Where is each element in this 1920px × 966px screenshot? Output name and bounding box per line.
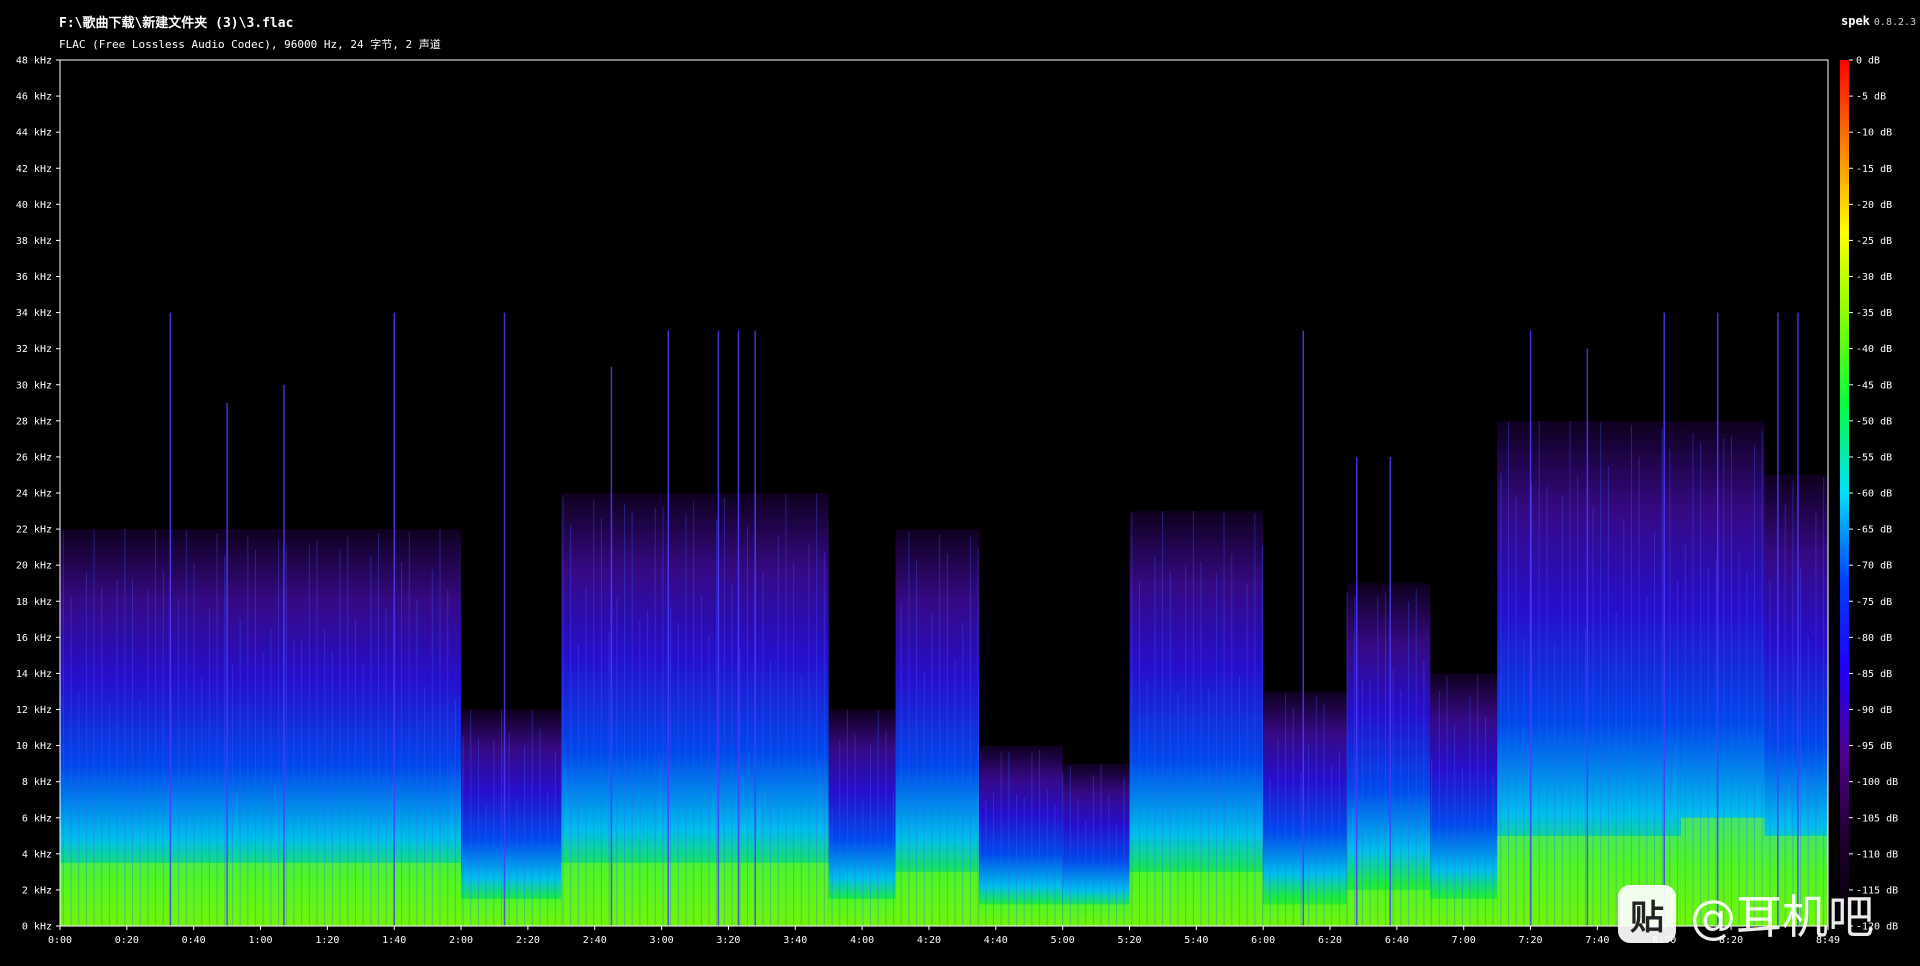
db-tick-label: -80 dB <box>1856 633 1892 644</box>
y-tick-label: 2 kHz <box>22 885 52 896</box>
spectrum-segment <box>1129 511 1264 926</box>
y-tick-label: 12 kHz <box>16 705 52 716</box>
x-tick-label: 5:00 <box>1051 935 1075 946</box>
y-tick-label: 20 kHz <box>16 561 52 572</box>
x-tick-label: 4:00 <box>850 935 874 946</box>
x-tick-label: 0:20 <box>115 935 139 946</box>
db-tick-label: 0 dB <box>1856 56 1880 67</box>
y-tick-label: 18 kHz <box>16 597 52 608</box>
y-tick-label: 30 kHz <box>16 380 52 391</box>
db-tick-label: -105 dB <box>1856 813 1898 824</box>
db-tick-label: -70 dB <box>1856 561 1892 572</box>
db-tick-label: -35 dB <box>1856 308 1892 319</box>
y-tick-label: 10 kHz <box>16 741 52 752</box>
db-tick-label: -75 dB <box>1856 597 1892 608</box>
db-tick-label: -10 dB <box>1856 128 1892 139</box>
time-axis: 0:00 0:20 0:40 1:00 1:20 1:40 2:00 2:20 2:40 3:00… <box>48 926 1840 946</box>
db-tick-label: -110 dB <box>1856 849 1898 860</box>
x-tick-label: 5:20 <box>1117 935 1141 946</box>
x-tick-label: 6:00 <box>1251 935 1275 946</box>
db-tick-label: -15 dB <box>1856 164 1892 175</box>
x-tick-label: 3:00 <box>650 935 674 946</box>
x-tick-label: 4:20 <box>917 935 941 946</box>
db-tick-label: -45 dB <box>1856 380 1892 391</box>
watermark: 贴 @耳机吧 <box>1618 884 1874 944</box>
x-tick-label: 1:20 <box>315 935 339 946</box>
y-tick-label: 34 kHz <box>16 308 52 319</box>
spectrum-low-band <box>1129 871 1264 926</box>
spectrum-low-band <box>1346 889 1431 926</box>
y-tick-label: 44 kHz <box>16 128 52 139</box>
y-tick-label: 24 kHz <box>16 489 52 500</box>
spectrum-low-band <box>1263 904 1347 926</box>
spectrum-segment <box>1346 583 1431 926</box>
x-tick-label: 3:40 <box>783 935 807 946</box>
frequency-axis: 0 kHz 2 kHz 4 kHz 6 kHz 8 kHz 10 kHz 12 kHz 14 … <box>16 56 60 933</box>
x-tick-label: 2:20 <box>516 935 540 946</box>
y-tick-label: 4 kHz <box>22 849 52 860</box>
spectrum-segment <box>979 745 1063 926</box>
spectrum-segment <box>1430 673 1498 926</box>
db-tick-label: -95 dB <box>1856 741 1892 752</box>
x-tick-label: 6:40 <box>1385 935 1409 946</box>
y-tick-label: 28 kHz <box>16 416 52 427</box>
x-tick-label: 2:40 <box>583 935 607 946</box>
y-tick-label: 48 kHz <box>16 56 52 67</box>
spectrum-low-band <box>1430 898 1498 926</box>
x-tick-label: 1:00 <box>248 935 272 946</box>
y-tick-label: 22 kHz <box>16 525 52 536</box>
spectrogram-plot <box>60 312 1828 926</box>
y-tick-label: 16 kHz <box>16 633 52 644</box>
y-tick-label: 32 kHz <box>16 344 52 355</box>
db-tick-label: -5 dB <box>1856 92 1886 103</box>
x-tick-label: 3:20 <box>716 935 740 946</box>
spectrum-segment <box>1062 763 1130 926</box>
db-tick-label: -30 dB <box>1856 272 1892 283</box>
y-tick-label: 36 kHz <box>16 272 52 283</box>
spectrum-segment <box>895 529 980 926</box>
db-tick-label: -25 dB <box>1856 236 1892 247</box>
y-tick-label: 46 kHz <box>16 92 52 103</box>
db-colorbar-axis: 0 dB -5 dB -10 dB -15 dB -20 dB -25 dB -30 dB -… <box>1849 56 1898 933</box>
y-tick-label: 40 kHz <box>16 200 52 211</box>
db-tick-label: -55 dB <box>1856 452 1892 463</box>
x-tick-label: 6:20 <box>1318 935 1342 946</box>
db-tick-label: -65 dB <box>1856 525 1892 536</box>
db-tick-label: -20 dB <box>1856 200 1892 211</box>
spectrum-low-band <box>60 862 462 926</box>
db-tick-label: -60 dB <box>1856 489 1892 500</box>
x-tick-label: 1:40 <box>382 935 406 946</box>
db-tick-label: -100 dB <box>1856 777 1898 788</box>
x-tick-label: 7:20 <box>1519 935 1543 946</box>
db-colorbar <box>1840 60 1849 926</box>
spectrogram-chart: 0 kHz 2 kHz 4 kHz 6 kHz 8 kHz 10 kHz 12 kHz 14 … <box>16 56 1898 947</box>
spectrum-segment <box>461 709 562 926</box>
x-tick-label: 5:40 <box>1184 935 1208 946</box>
spectrum-segment <box>1263 691 1347 926</box>
tieba-logo-icon: 贴 <box>1618 885 1676 943</box>
x-tick-label: 4:40 <box>984 935 1008 946</box>
y-tick-label: 0 kHz <box>22 922 52 933</box>
y-tick-label: 14 kHz <box>16 669 52 680</box>
db-tick-label: -50 dB <box>1856 416 1892 427</box>
db-tick-label: -40 dB <box>1856 344 1892 355</box>
x-tick-label: 2:00 <box>449 935 473 946</box>
spectrum-low-band <box>461 898 562 926</box>
db-tick-label: -85 dB <box>1856 669 1892 680</box>
y-tick-label: 8 kHz <box>22 777 52 788</box>
db-tick-label: -90 dB <box>1856 705 1892 716</box>
x-tick-label: 7:00 <box>1452 935 1476 946</box>
x-tick-label: 0:00 <box>48 935 72 946</box>
y-tick-label: 6 kHz <box>22 813 52 824</box>
y-tick-label: 26 kHz <box>16 452 52 463</box>
spectrum-low-band <box>979 904 1063 926</box>
y-tick-label: 38 kHz <box>16 236 52 247</box>
y-tick-label: 42 kHz <box>16 164 52 175</box>
watermark-text: @耳机吧 <box>1690 890 1874 944</box>
x-tick-label: 7:40 <box>1585 935 1609 946</box>
spectrum-low-band <box>1062 904 1130 926</box>
x-tick-label: 0:40 <box>182 935 206 946</box>
spectrum-low-band <box>895 871 980 926</box>
